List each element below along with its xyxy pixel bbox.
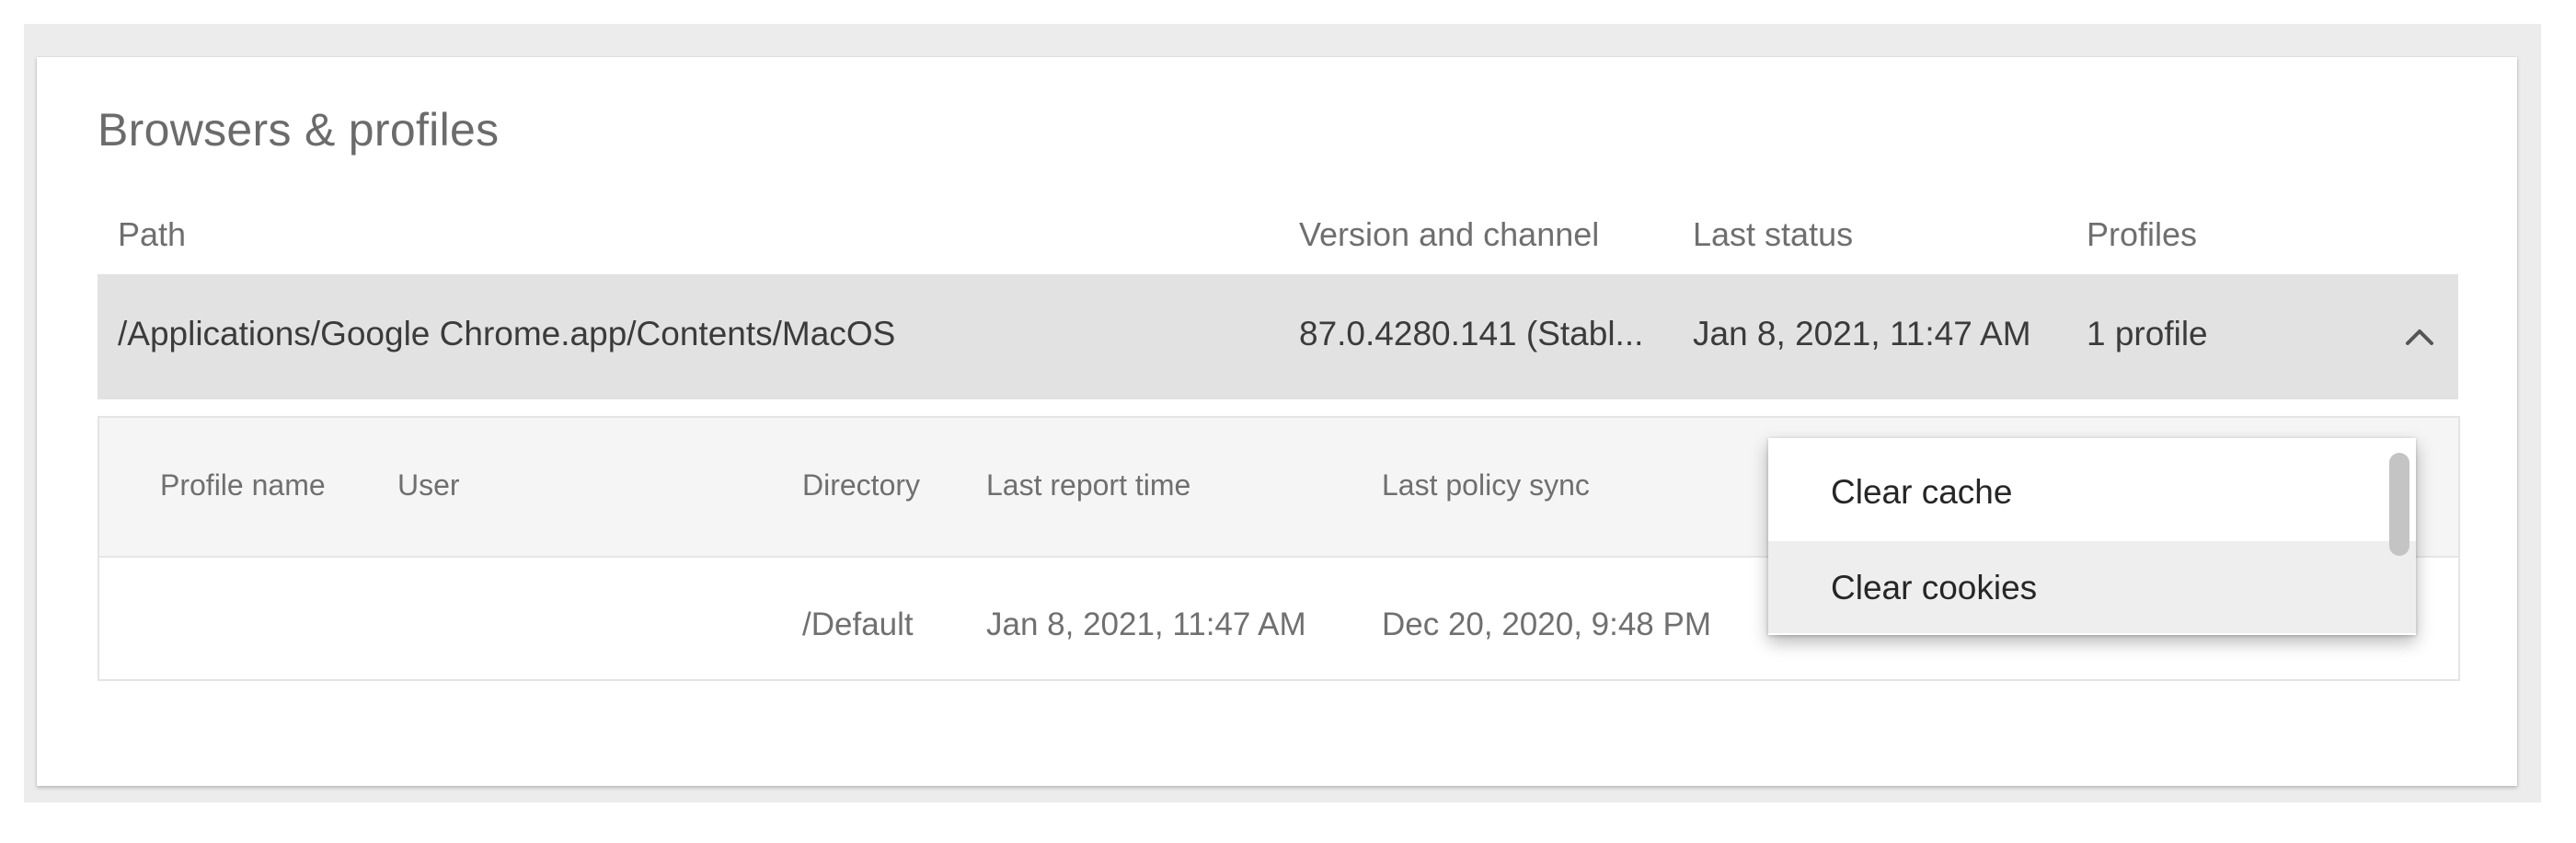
column-header-last-status: Last status <box>1693 215 1854 253</box>
browsers-profiles-card: Browsers & profiles Path Version and cha… <box>37 57 2517 786</box>
column-header-path: Path <box>118 215 187 253</box>
column-header-user: User <box>397 468 460 502</box>
actions-menu: Clear cache Clear cookies <box>1768 438 2416 635</box>
menu-item-clear-cache[interactable]: Clear cache <box>1768 445 2416 537</box>
browser-row[interactable]: /Applications/Google Chrome.app/Contents… <box>98 274 2458 399</box>
column-header-version: Version and channel <box>1299 215 1600 253</box>
browser-profile-count: 1 profile <box>2087 315 2208 352</box>
menu-scrollbar[interactable] <box>2389 453 2409 556</box>
browser-last-status: Jan 8, 2021, 11:47 AM <box>1693 315 2031 352</box>
browser-path: /Applications/Google Chrome.app/Contents… <box>118 315 896 352</box>
menu-item-clear-cookies[interactable]: Clear cookies <box>1768 541 2416 633</box>
profile-last-report-cell: Jan 8, 2021, 11:47 AM <box>986 606 1306 642</box>
section-title: Browsers & profiles <box>98 104 500 156</box>
column-header-last-policy-sync: Last policy sync <box>1382 468 1590 502</box>
browser-version: 87.0.4280.141 (Stabl... <box>1299 315 1644 352</box>
menu-item-label: Clear cookies <box>1831 569 2038 606</box>
column-header-profiles: Profiles <box>2087 215 2198 253</box>
profile-last-policy-sync-cell: Dec 20, 2020, 9:48 PM <box>1382 606 1711 642</box>
column-header-profile-name: Profile name <box>160 468 326 502</box>
column-header-directory: Directory <box>802 468 921 502</box>
chevron-up-icon[interactable] <box>2396 313 2444 361</box>
menu-item-label: Clear cache <box>1831 473 2013 511</box>
column-header-last-report-time: Last report time <box>986 468 1191 502</box>
profile-directory-cell: /Default <box>802 606 914 642</box>
